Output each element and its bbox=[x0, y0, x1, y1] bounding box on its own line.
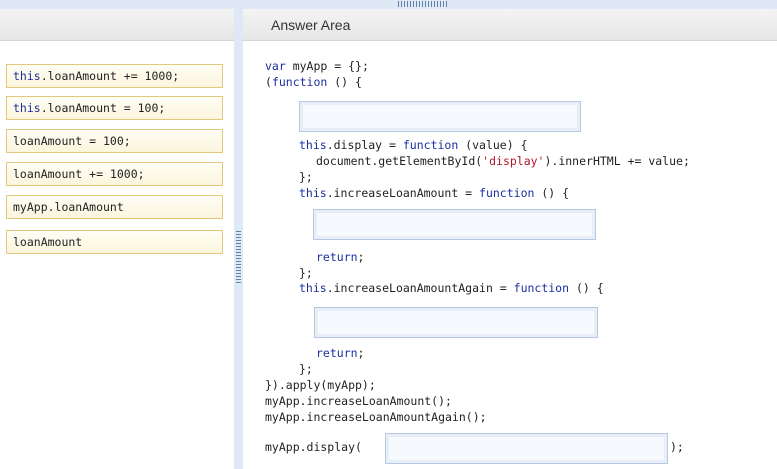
code-line: document.getElementById('display').inner… bbox=[316, 154, 690, 168]
choices-pane: this.loanAmount += 1000; this.loanAmount… bbox=[0, 9, 234, 469]
code-line: this.increaseLoanAmount = function () { bbox=[299, 186, 570, 200]
choice-text: loanAmount += 1000; bbox=[13, 167, 145, 181]
code-line: myApp.increaseLoanAmountAgain(); bbox=[265, 410, 487, 424]
choice-text: myApp.loanAmount bbox=[13, 200, 124, 214]
choice-text: .loanAmount += 1000; bbox=[40, 69, 180, 83]
answer-area-header: Answer Area bbox=[243, 9, 777, 41]
choice-tile[interactable]: this.loanAmount = 100; bbox=[6, 96, 223, 120]
code-line: this.increaseLoanAmountAgain = function … bbox=[299, 281, 604, 295]
answer-slot-3[interactable] bbox=[314, 307, 598, 338]
choice-tile[interactable]: loanAmount bbox=[6, 230, 223, 254]
choice-text: .loanAmount = 100; bbox=[40, 101, 166, 115]
code-line: (function () { bbox=[265, 75, 362, 89]
top-toolbar bbox=[0, 0, 777, 9]
splitter-grip-icon[interactable] bbox=[236, 231, 241, 283]
choice-text: loanAmount bbox=[13, 235, 83, 249]
choice-tile[interactable]: loanAmount = 100; bbox=[6, 129, 223, 153]
code-line: }; bbox=[299, 266, 313, 280]
choice-tile[interactable]: this.loanAmount += 1000; bbox=[6, 64, 223, 88]
code-line: myApp.increaseLoanAmount(); bbox=[265, 394, 452, 408]
answer-area-title: Answer Area bbox=[271, 17, 351, 33]
code-line: }).apply(myApp); bbox=[265, 378, 376, 392]
choice-tile[interactable]: loanAmount += 1000; bbox=[6, 162, 223, 186]
answer-slot-2[interactable] bbox=[313, 209, 596, 240]
answer-slot-1[interactable] bbox=[299, 101, 581, 132]
code-line: var myApp = {}; bbox=[265, 59, 369, 73]
code-line: return; bbox=[316, 346, 365, 360]
choice-text: loanAmount = 100; bbox=[13, 134, 131, 148]
code-line: }; bbox=[299, 170, 313, 184]
choice-keyword: this bbox=[13, 69, 41, 83]
answer-area: Answer Area var myApp = {}; (function ()… bbox=[243, 9, 777, 469]
answer-slot-4[interactable] bbox=[385, 433, 668, 464]
choice-keyword: this bbox=[13, 101, 41, 115]
code-line: ); bbox=[670, 440, 684, 454]
drag-handle-icon[interactable] bbox=[398, 1, 448, 7]
code-line: return; bbox=[316, 250, 365, 264]
pane-splitter[interactable] bbox=[234, 9, 243, 469]
choice-tile[interactable]: myApp.loanAmount bbox=[6, 195, 223, 219]
choices-header bbox=[0, 9, 234, 41]
code-line: this.display = function (value) { bbox=[299, 138, 528, 152]
code-line: myApp.display( bbox=[265, 440, 362, 454]
code-line: }; bbox=[299, 362, 313, 376]
